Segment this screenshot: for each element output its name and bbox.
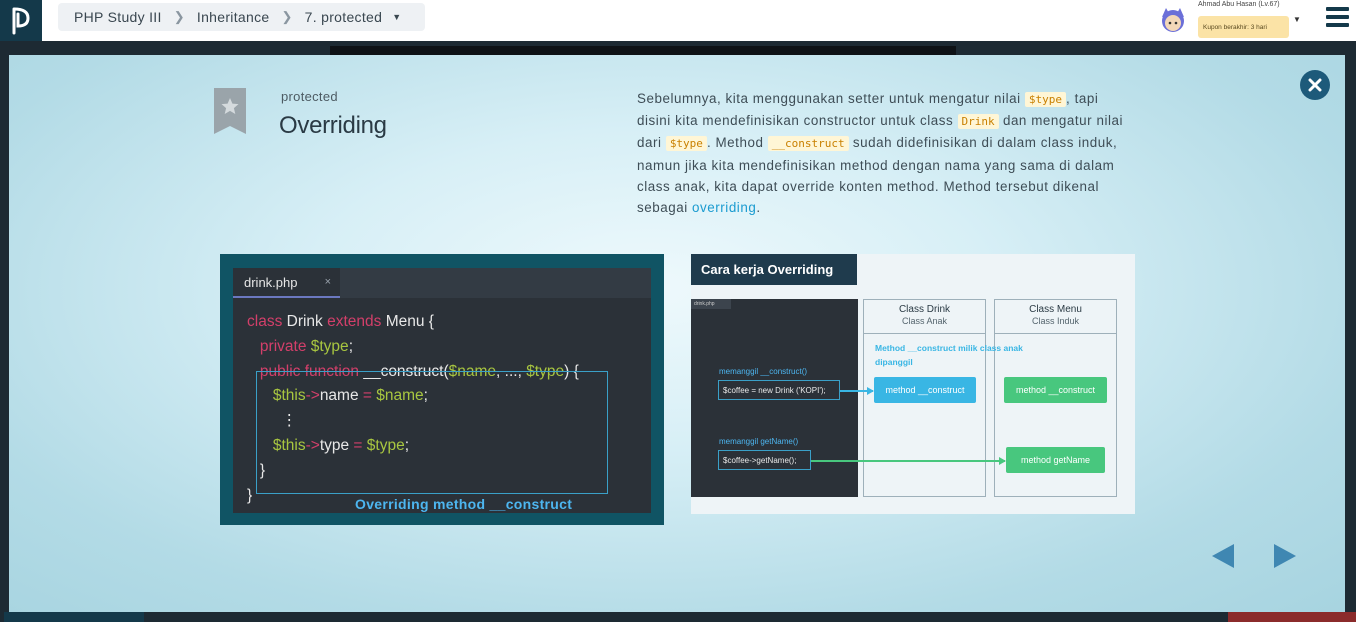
- coupon-badge: Kupon berakhir: 3 hari: [1198, 16, 1289, 38]
- background-bottom-right: [1228, 612, 1356, 622]
- file-tab: drink.php ×: [233, 268, 340, 298]
- hamburger-menu-icon[interactable]: [1326, 7, 1349, 27]
- diagram-code-panel: drink.php memanggil __construct() $coffe…: [691, 299, 858, 497]
- inline-code: $type: [1024, 92, 1067, 107]
- call-label: memanggil __construct(): [719, 367, 808, 376]
- file-tab-label: drink.php: [244, 274, 298, 290]
- column-subtitle: Class Induk: [1031, 316, 1080, 326]
- method-box: method __construct: [874, 377, 976, 403]
- slide-modal: protected Overriding Sebelumnya, kita me…: [9, 55, 1345, 612]
- diagram-title: Cara kerja Overriding: [691, 254, 857, 285]
- column-title: Class Menu: [1029, 304, 1082, 315]
- code-token: Menu {: [381, 313, 434, 330]
- top-bar: PHP Study III ❯ Inheritance ❯ 7. protect…: [0, 0, 1356, 41]
- next-arrow-icon[interactable]: [1274, 544, 1296, 568]
- call-code: $coffee = new Drink ('KOPI');: [718, 380, 840, 400]
- prev-arrow-icon[interactable]: [1212, 544, 1234, 568]
- breadcrumb-item-course[interactable]: PHP Study III: [74, 9, 162, 25]
- user-menu[interactable]: Ahmad Abu Hasan (Lv.67) Kupon berakhir: …: [1156, 0, 1356, 41]
- chevron-down-icon[interactable]: ▼: [392, 12, 401, 22]
- logo-icon[interactable]: [0, 0, 42, 41]
- inline-code: $type: [665, 136, 707, 152]
- chevron-right-icon: ❯: [173, 9, 185, 24]
- chevron-down-icon[interactable]: ▼: [1293, 15, 1301, 24]
- arrow-icon: [811, 457, 1006, 464]
- column-subtitle: Class Anak: [901, 316, 948, 326]
- arrow-icon: [840, 387, 874, 394]
- desc-text: Sebelumnya, kita menggunakan setter untu…: [637, 91, 1025, 106]
- star-bookmark-icon: [214, 88, 246, 134]
- inline-code: Drink: [957, 114, 999, 130]
- breadcrumb-item-section[interactable]: Inheritance: [197, 9, 270, 25]
- column-title: Class Drink: [898, 304, 951, 315]
- breadcrumb: PHP Study III ❯ Inheritance ❯ 7. protect…: [58, 3, 425, 31]
- column-header: Class Menu Class Induk: [995, 300, 1116, 334]
- code-token: Drink: [282, 313, 328, 330]
- call-code: $coffee->getName();: [718, 450, 811, 470]
- breadcrumb-item-lesson[interactable]: 7. protected: [305, 9, 383, 25]
- diagram-file-tab: drink.php: [691, 299, 731, 309]
- method-box: method __construct: [1004, 377, 1107, 403]
- diagram-note: Method __construct milik class anak dipa…: [875, 343, 1023, 367]
- highlight-box: [256, 371, 608, 494]
- call-label: memanggil getName(): [719, 437, 799, 446]
- slide-description: Sebelumnya, kita menggunakan setter untu…: [637, 88, 1133, 218]
- code-token: class: [247, 313, 283, 330]
- code-caption: Overriding method __construct: [355, 496, 573, 512]
- inline-code: __construct: [767, 136, 849, 152]
- editor-tabbar: drink.php ×: [233, 268, 651, 298]
- method-box: method getName: [1006, 447, 1105, 473]
- slide-subtitle: protected: [281, 89, 338, 104]
- slide-title: Overriding: [279, 112, 387, 139]
- code-token: extends: [327, 313, 382, 330]
- code-window: drink.php × class Drink extends Menu { p…: [233, 268, 651, 513]
- close-icon[interactable]: [1300, 70, 1330, 100]
- avatar[interactable]: [1158, 5, 1188, 35]
- user-name: Ahmad Abu Hasan (Lv.67): [1198, 1, 1280, 8]
- desc-text: . Method: [706, 135, 768, 151]
- column-header: Class Drink Class Anak: [864, 300, 985, 334]
- overriding-link[interactable]: overriding: [692, 200, 756, 215]
- code-token: $type: [306, 337, 349, 355]
- chevron-right-icon: ❯: [281, 9, 293, 24]
- code-token: }: [247, 486, 253, 504]
- code-illustration: drink.php × class Drink extends Menu { p…: [220, 254, 664, 525]
- code-token: private: [259, 337, 307, 355]
- diagram-illustration: Cara kerja Overriding drink.php memanggi…: [691, 254, 1135, 514]
- desc-text: .: [756, 200, 761, 216]
- code-token: ;: [348, 337, 353, 355]
- tab-close-icon: ×: [324, 276, 331, 288]
- background-bottom-left: [4, 612, 144, 622]
